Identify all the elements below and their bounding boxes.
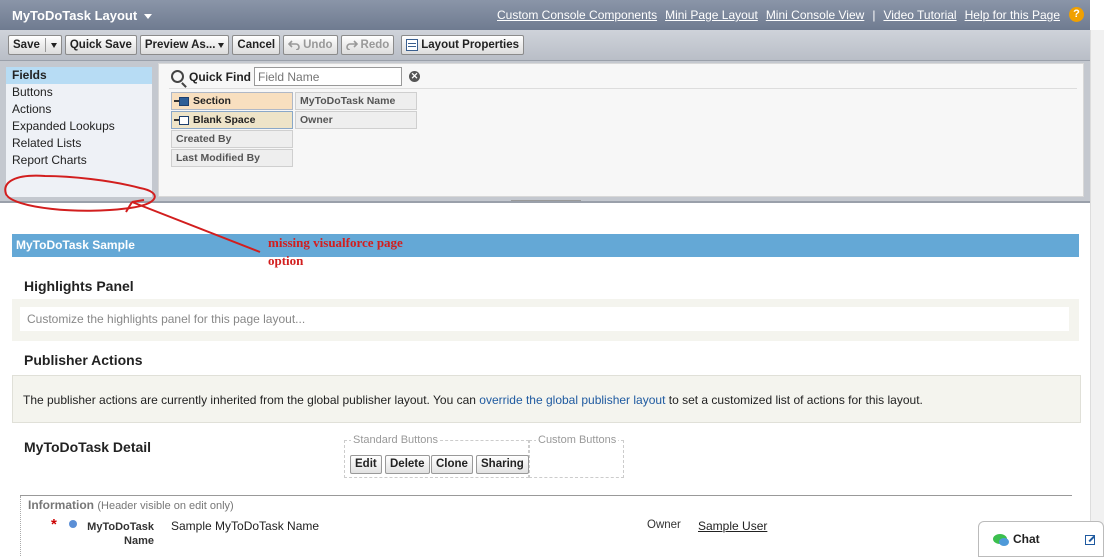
save-split-button[interactable]: Save [8, 35, 62, 55]
help-icon[interactable]: ? [1069, 7, 1084, 22]
palette-fields-area: Quick Find ✕ Section Blank Space Created… [158, 63, 1084, 197]
preview-as-button[interactable]: Preview As... [139, 35, 230, 55]
undo-icon [288, 40, 300, 50]
edit-button[interactable]: Edit [350, 455, 382, 474]
chat-icon [993, 534, 1009, 546]
information-subtitle: (Header visible on edit only) [97, 500, 234, 512]
clone-button[interactable]: Clone [431, 455, 473, 474]
detail-section-title: MyToDoTask Detail [24, 439, 152, 455]
chevron-down-icon [218, 42, 225, 48]
chat-label: Chat [1013, 532, 1040, 546]
layout-properties-label: Layout Properties [421, 39, 520, 51]
link-custom-console-components[interactable]: Custom Console Components [497, 8, 657, 22]
information-title: Information [28, 498, 94, 512]
link-separator: | [872, 8, 876, 22]
palette: Fields Buttons Actions Expanded Lookups … [0, 61, 1090, 208]
split-separator [44, 38, 46, 52]
clear-icon[interactable]: ✕ [409, 71, 421, 82]
redo-label: Redo [360, 39, 390, 51]
section-border [20, 496, 21, 556]
vertical-scrollbar[interactable] [1090, 30, 1104, 557]
link-mini-console-view[interactable]: Mini Console View [766, 8, 865, 22]
link-video-tutorial[interactable]: Video Tutorial [883, 8, 956, 22]
publisher-actions-title: Publisher Actions [24, 352, 143, 368]
title-bar: MyToDoTask Layout Custom Console Compone… [0, 0, 1090, 30]
redo-button[interactable]: Redo [340, 35, 395, 55]
blank-space-icon [174, 115, 190, 125]
quick-save-button[interactable]: Quick Save [64, 35, 137, 55]
link-help-for-this-page[interactable]: Help for this Page [965, 8, 1060, 22]
quick-find-input[interactable] [254, 67, 403, 86]
save-button[interactable]: Save [13, 39, 40, 51]
header-links: Custom Console Components Mini Page Layo… [489, 8, 1060, 22]
caret-down-icon [144, 13, 153, 19]
undo-button[interactable]: Undo [283, 35, 338, 55]
owner-label: Owner [647, 519, 681, 531]
custom-buttons-group: Custom Buttons [529, 434, 624, 478]
mytodotask-name-label: MyToDoTask Name [87, 521, 154, 547]
search-icon [171, 70, 184, 83]
toolbar: Save Quick Save Preview As... Cancel Und… [0, 30, 1090, 61]
section-icon [174, 96, 190, 106]
preview-as-label: Preview As... [144, 39, 216, 51]
palette-category-actions[interactable]: Actions [6, 101, 152, 118]
palette-field-label: Section [193, 95, 231, 107]
palette-field-mytodotask-name[interactable]: MyToDoTask Name [295, 92, 417, 110]
layout-title: MyToDoTask Layout [12, 7, 138, 23]
highlights-panel[interactable]: Customize the highlights panel for this … [12, 299, 1079, 341]
layout-canvas: MyToDoTask Sample Highlights Panel Custo… [0, 201, 1090, 557]
custom-buttons-label: Custom Buttons [536, 434, 619, 446]
highlights-panel-title: Highlights Panel [24, 278, 134, 294]
standard-buttons-group: Standard Buttons Edit Delete Clone Shari… [344, 434, 529, 478]
palette-field-label: Blank Space [193, 114, 256, 126]
redo-icon [345, 40, 358, 50]
popout-icon[interactable] [1085, 535, 1095, 545]
layout-properties-button[interactable]: Layout Properties [401, 35, 525, 55]
palette-category-expanded-lookups[interactable]: Expanded Lookups [6, 118, 152, 135]
quick-find-label: Quick Find [189, 69, 252, 84]
palette-category-report-charts[interactable]: Report Charts [6, 152, 152, 169]
owner-value-link[interactable]: Sample User [698, 519, 767, 533]
chat-widget[interactable]: Chat [978, 521, 1104, 557]
palette-category-buttons[interactable]: Buttons [6, 84, 152, 101]
information-section-header[interactable]: Information (Header visible on edit only… [28, 498, 234, 512]
publisher-text-before: The publisher actions are currently inhe… [23, 393, 480, 407]
palette-field-blank-space[interactable]: Blank Space [171, 111, 293, 129]
palette-field-section[interactable]: Section [171, 92, 293, 110]
publisher-text-after: to set a customized list of actions for … [665, 393, 923, 407]
layout-properties-icon [406, 39, 419, 51]
palette-category-related-lists[interactable]: Related Lists [6, 135, 152, 152]
link-mini-page-layout[interactable]: Mini Page Layout [665, 8, 758, 22]
palette-categories: Fields Buttons Actions Expanded Lookups … [6, 67, 152, 197]
publisher-actions-box: The publisher actions are currently inhe… [12, 375, 1081, 423]
detail-divider [20, 495, 1072, 496]
palette-category-fields[interactable]: Fields [6, 67, 152, 84]
palette-divider [169, 88, 1077, 89]
chevron-down-icon[interactable] [50, 42, 57, 48]
palette-field-owner[interactable]: Owner [295, 111, 417, 129]
layout-sample-bar: MyToDoTask Sample [12, 234, 1079, 257]
delete-button[interactable]: Delete [385, 455, 430, 474]
cancel-button[interactable]: Cancel [232, 35, 281, 55]
annotation-text: missing visualforce page option [268, 235, 403, 268]
mytodotask-name-value[interactable]: Sample MyToDoTask Name [171, 519, 319, 533]
sharing-button[interactable]: Sharing [476, 455, 529, 474]
highlights-panel-placeholder: Customize the highlights panel for this … [20, 307, 1069, 331]
undo-label: Undo [303, 39, 333, 51]
override-publisher-layout-link[interactable]: override the global publisher layout [479, 393, 665, 407]
quick-find: Quick Find ✕ [171, 67, 421, 86]
layout-title-dropdown[interactable]: MyToDoTask Layout [0, 7, 153, 23]
standard-buttons-label: Standard Buttons [351, 434, 441, 446]
required-indicator: * [51, 516, 57, 533]
palette-field-created-by[interactable]: Created By [171, 130, 293, 148]
palette-field-last-modified-by[interactable]: Last Modified By [171, 149, 293, 167]
